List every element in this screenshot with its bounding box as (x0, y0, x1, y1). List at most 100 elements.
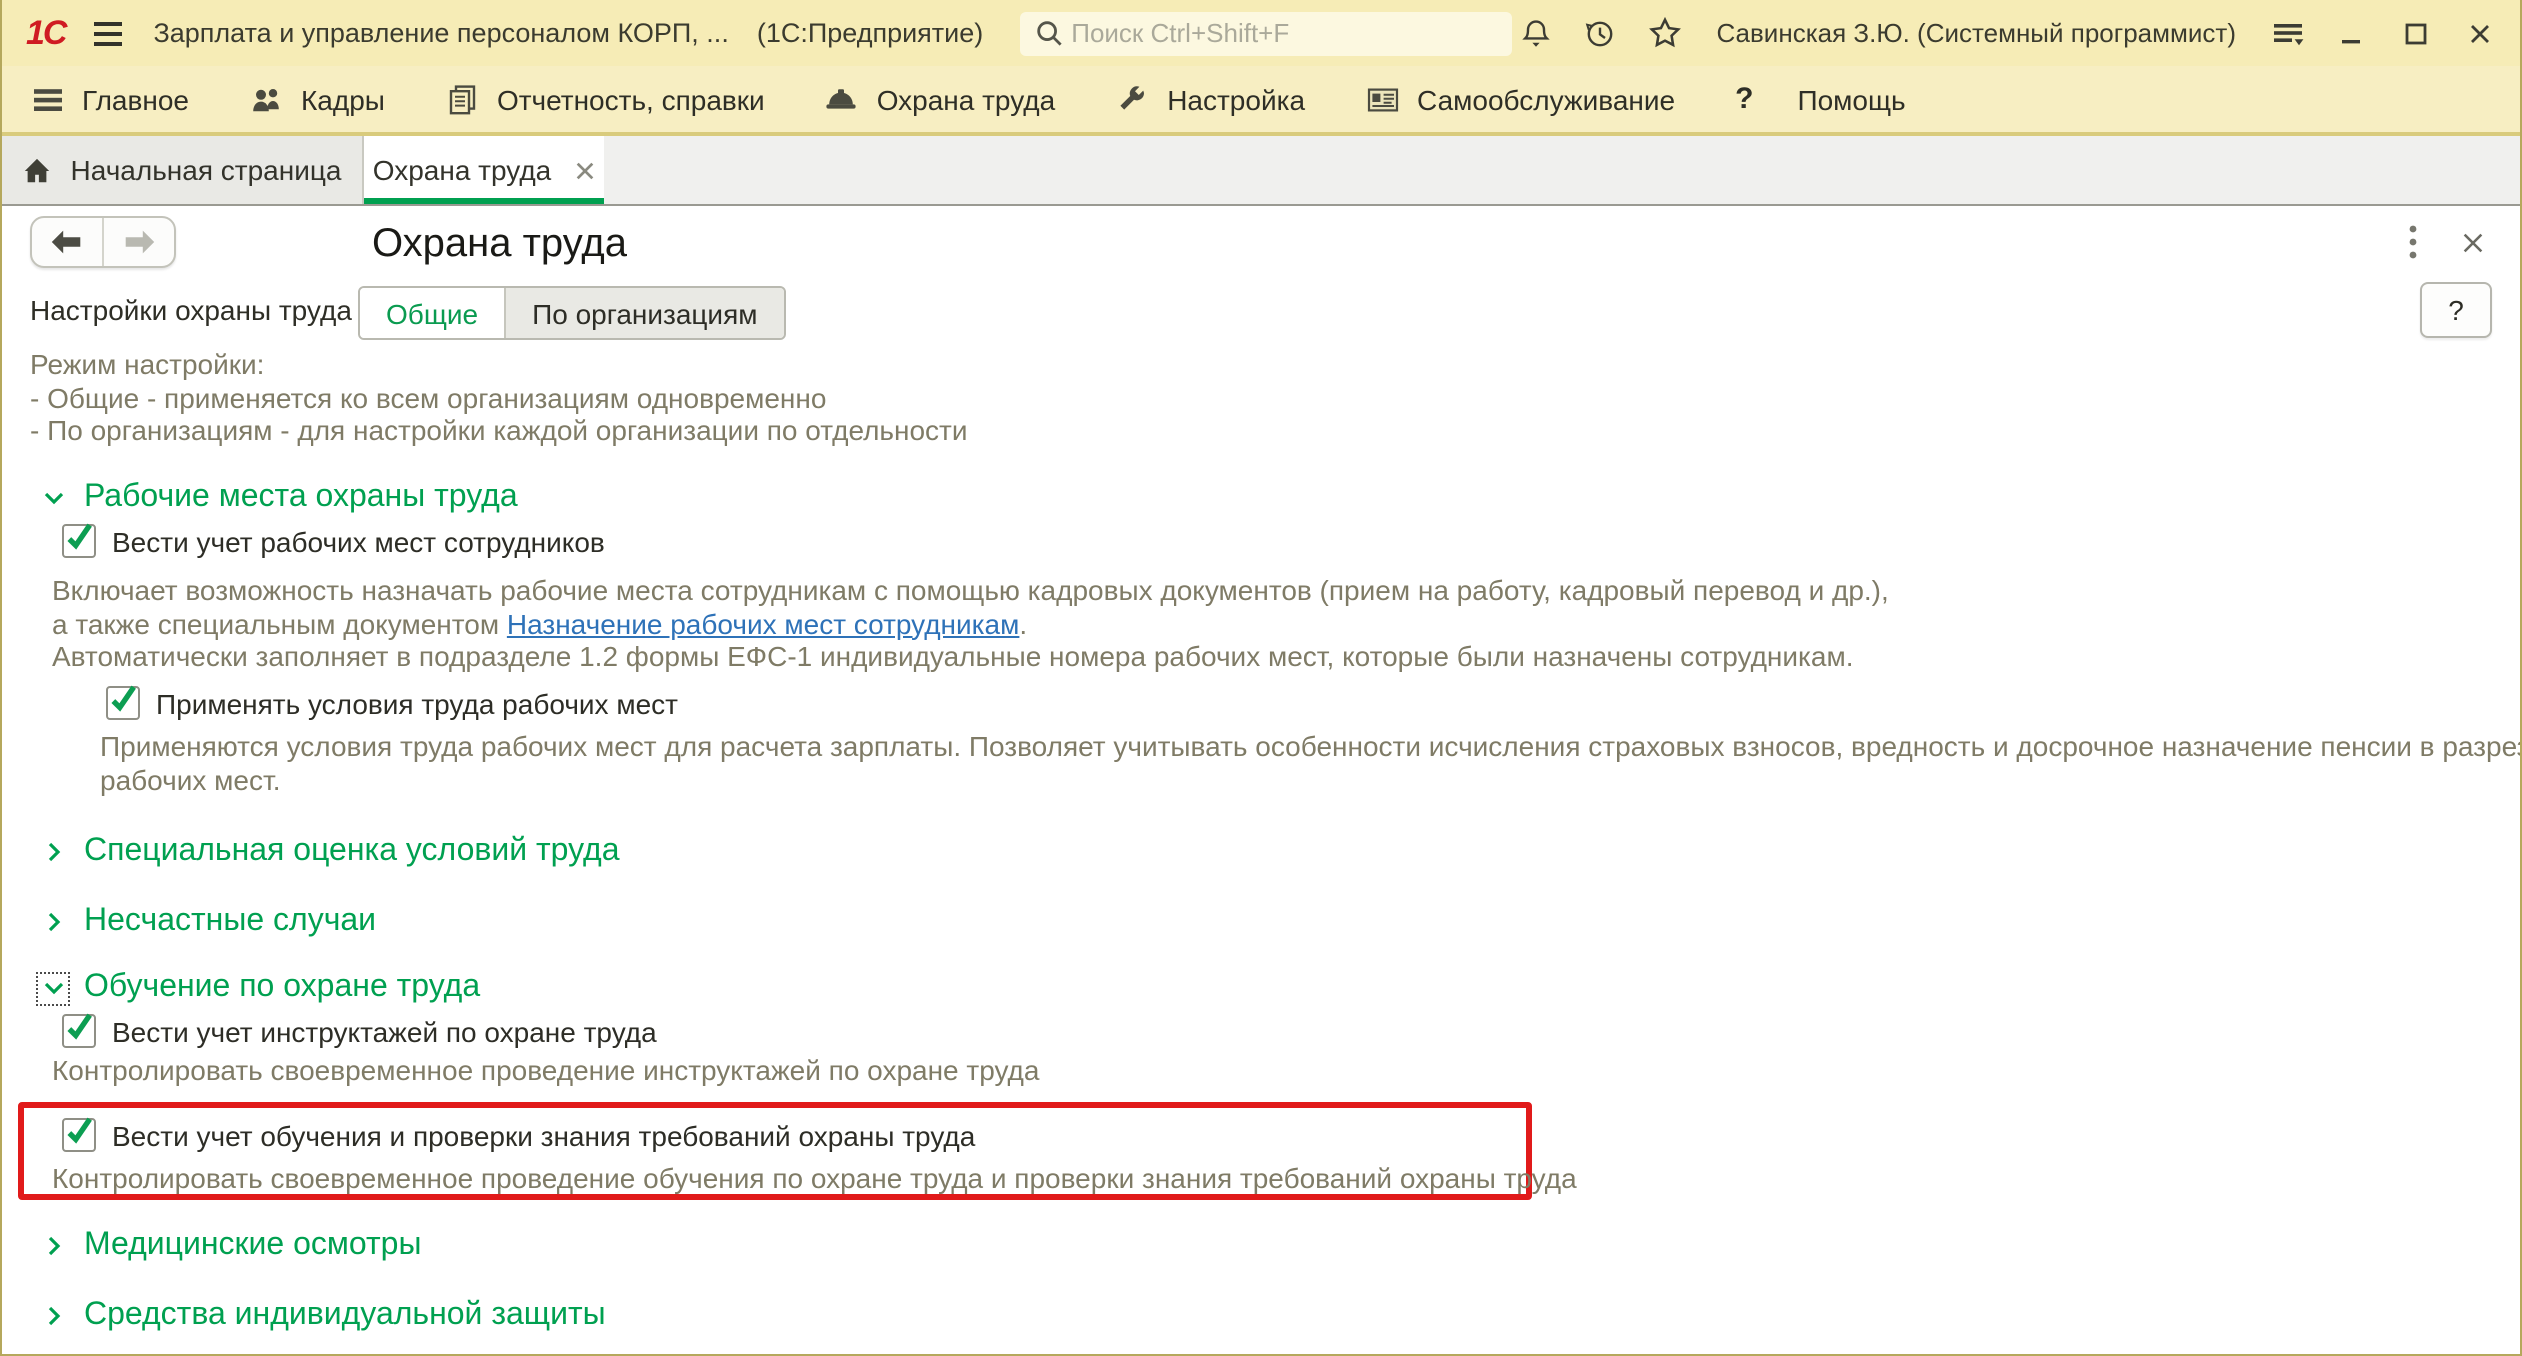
section-title: Медицинские осмотры (84, 1228, 421, 1264)
chevron-right-icon (40, 1303, 66, 1329)
mode-description: Режим настройки: - Общие - применяется к… (30, 348, 968, 447)
checkbox-label: Применять условия труда рабочих мест (156, 687, 678, 719)
description-line: а также специальным документом Назначени… (52, 607, 1889, 640)
section-title: Средства индивидуальной защиты (84, 1298, 606, 1334)
menu-item-labor-protection[interactable]: Охрана труда (825, 82, 1056, 116)
section-header-training[interactable]: Обучение по охране труда (40, 970, 480, 1006)
chevron-right-icon (40, 909, 66, 935)
settings-mode-toggle: Общие По организациям (358, 286, 786, 340)
description-line: Контролировать своевременное проведение … (52, 1162, 1577, 1195)
training-description: Контролировать своевременное проведение … (52, 1162, 1577, 1195)
menu-item-main[interactable]: Главное (30, 82, 189, 116)
hard-hat-icon (825, 82, 859, 116)
menu-item-reports[interactable]: Отчетность, справки (445, 82, 765, 116)
sections-panel: Главное Кадры Отчетность, справки Охрана… (2, 66, 2520, 136)
back-button[interactable] (32, 218, 102, 266)
description-line: Контролировать своевременное проведение … (52, 1054, 1039, 1087)
checkbox-briefings-accounting[interactable] (62, 1014, 96, 1048)
checkbox-label: Вести учет обучения и проверки знания тр… (112, 1119, 975, 1151)
checkbox-workplace-accounting[interactable] (62, 524, 96, 558)
menu-item-label: Главное (82, 83, 189, 115)
section-title: Обучение по охране труда (84, 970, 480, 1006)
home-icon (23, 155, 53, 185)
id-card-icon (1365, 82, 1399, 116)
display-settings-icon[interactable] (2264, 9, 2312, 57)
platform-label: (1С:Предприятие) (757, 18, 983, 48)
tab-close-icon[interactable] (573, 159, 595, 181)
people-icon (249, 82, 283, 116)
description-line: Включает возможность назначать рабочие м… (52, 574, 1889, 607)
briefings-description: Контролировать своевременное проведение … (52, 1054, 1039, 1087)
menu-item-settings[interactable]: Настройка (1115, 82, 1305, 116)
working-conditions-description: Применяются условия труда рабочих мест д… (100, 730, 2520, 796)
menu-item-label: Самообслуживание (1417, 83, 1675, 115)
forward-button[interactable] (102, 218, 174, 266)
section-title: Специальная оценка условий труда (84, 834, 620, 870)
menu-item-help[interactable]: Помощь (1797, 83, 1905, 115)
application-window: 1С Зарплата и управление персоналом КОРП… (0, 0, 2522, 1356)
section-title: Несчастные случаи (84, 904, 376, 940)
tab-home-page[interactable]: Начальная страница (2, 136, 364, 204)
wrench-icon (1115, 82, 1149, 116)
settings-mode-label: Настройки охраны труда (30, 294, 352, 326)
close-form-icon[interactable] (2454, 222, 2490, 262)
checkbox-row-working-conditions: Применять условия труда рабочих мест (106, 686, 678, 720)
navigation-buttons (30, 216, 176, 268)
chevron-right-icon (40, 1233, 66, 1259)
mode-line: - По организациям - для настройки каждой… (30, 414, 968, 447)
menu-item-label: Помощь (1797, 83, 1905, 115)
text: . (1019, 607, 1027, 639)
section-header-workplaces[interactable]: Рабочие места охраны труда (40, 480, 518, 516)
chevron-down-icon (40, 975, 66, 1001)
tab-label: Охрана труда (373, 154, 552, 186)
global-search[interactable] (1019, 11, 1512, 55)
section-header-special-assessment[interactable]: Специальная оценка условий труда (40, 834, 620, 870)
menu-item-self-service[interactable]: Самообслуживание (1365, 82, 1675, 116)
checkbox-training-accounting[interactable] (62, 1118, 96, 1152)
form-labor-protection: Охрана труда Настройки охраны труда Общи… (2, 206, 2520, 1352)
checkbox-row-training-accounting: Вести учет обучения и проверки знания тр… (62, 1118, 975, 1152)
minimize-button[interactable] (2328, 9, 2376, 57)
1c-logo: 1С (26, 13, 65, 53)
description-line: рабочих мест. (100, 763, 2520, 796)
history-clock-icon[interactable] (1576, 9, 1624, 57)
menu-item-label: Отчетность, справки (497, 83, 765, 115)
menu-item-label: Кадры (301, 83, 385, 115)
section-header-medical-exams[interactable]: Медицинские осмотры (40, 1228, 421, 1264)
menu-item-hr[interactable]: Кадры (249, 82, 385, 116)
checkbox-row-briefings: Вести учет инструктажей по охране труда (62, 1014, 657, 1048)
text: а также специальным документом (52, 607, 507, 639)
close-window-button[interactable] (2456, 9, 2504, 57)
app-title: Зарплата и управление персоналом КОРП, .… (153, 18, 728, 48)
more-actions-icon[interactable] (2394, 222, 2430, 262)
checkbox-label: Вести учет инструктажей по охране труда (112, 1015, 657, 1047)
workplaces-description: Включает возможность назначать рабочие м… (52, 574, 1889, 673)
checkbox-working-conditions[interactable] (106, 686, 140, 720)
open-windows-tabbar: Начальная страница Охрана труда (2, 136, 2520, 206)
main-menu-icon[interactable] (93, 21, 121, 45)
notifications-bell-icon[interactable] (1512, 9, 1560, 57)
workplace-assignment-link[interactable]: Назначение рабочих мест сотрудникам (507, 607, 1020, 639)
help-button[interactable]: ? (2420, 282, 2492, 338)
tab-labor-protection[interactable]: Охрана труда (364, 136, 604, 204)
chevron-down-icon (40, 485, 66, 511)
documents-icon (445, 82, 479, 116)
global-search-input[interactable] (1067, 16, 1500, 50)
maximize-button[interactable] (2392, 9, 2440, 57)
favorites-star-icon[interactable] (1640, 9, 1688, 57)
mode-line: - Общие - применяется ко всем организаци… (30, 381, 968, 414)
section-title: Рабочие места охраны труда (84, 480, 518, 516)
menu-item-label: Охрана труда (877, 83, 1056, 115)
toggle-general-button[interactable]: Общие (360, 288, 506, 338)
current-user[interactable]: Савинская З.Ю. (Системный программист) (1716, 18, 2236, 48)
mode-line: Режим настройки: (30, 348, 968, 381)
toggle-by-organization-button[interactable]: По организациям (506, 288, 783, 338)
checkbox-label: Вести учет рабочих мест сотрудников (112, 525, 605, 557)
section-header-ppe[interactable]: Средства индивидуальной защиты (40, 1298, 606, 1334)
menu-item-label: Настройка (1167, 83, 1305, 115)
section-header-accidents[interactable]: Несчастные случаи (40, 904, 376, 940)
help-question-button[interactable]: ? (1735, 82, 1753, 116)
description-line: Применяются условия труда рабочих мест д… (100, 730, 2520, 763)
checkbox-row-workplace-accounting: Вести учет рабочих мест сотрудников (62, 524, 605, 558)
page-title: Охрана труда (372, 222, 627, 268)
